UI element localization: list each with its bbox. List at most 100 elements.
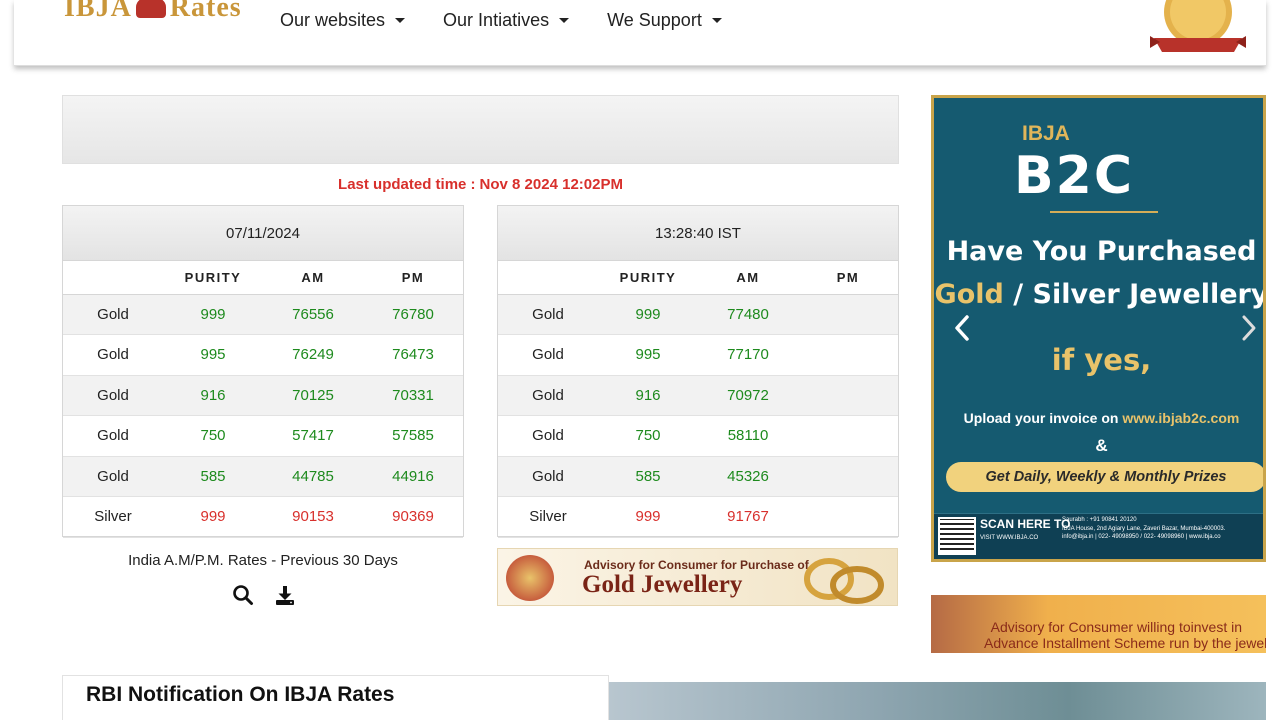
pm-rate-cell (798, 375, 898, 416)
ad-scan-sub: VISIT WWW.IBJA.CO (980, 535, 1039, 541)
page: IBJA Rates Our websites Our Intiatives We… (0, 0, 1280, 720)
logo-ibja-text: IBJA (64, 0, 132, 23)
ad-b2c-logo: B2C (1014, 146, 1134, 206)
column-header-pm: PM (363, 261, 463, 295)
nav-our-initiatives[interactable]: Our Intiatives (443, 10, 570, 31)
table-row: Gold 585 45326 (498, 456, 898, 497)
ad-if-yes: if yes, (1051, 343, 1152, 377)
carousel-next-icon[interactable] (1237, 313, 1261, 343)
advisory-installment-banner[interactable]: Advisory for Consumer willing toinvest i… (931, 595, 1266, 653)
ad-headline-2: Gold / Silver Jewellery (934, 279, 1263, 310)
purity-cell: 995 (163, 334, 263, 376)
metal-cell: Gold (63, 415, 163, 457)
table-row: Gold 995 76249 76473 (63, 334, 463, 376)
carousel-prev-icon[interactable] (950, 313, 974, 343)
column-header-metal (498, 261, 598, 295)
table-row: Silver 999 90153 90369 (63, 496, 463, 538)
ibja-seal-icon (506, 555, 554, 601)
am-rate-cell: 91767 (698, 496, 798, 538)
table-row: Gold 916 70125 70331 (63, 375, 463, 416)
metal-cell: Silver (63, 496, 163, 538)
ad-email: info@ibja.in | 022- 49098950 / 022- 4909… (1062, 534, 1221, 540)
pm-rate-cell (798, 294, 898, 335)
metal-cell: Gold (63, 456, 163, 497)
caret-down-icon (711, 18, 722, 23)
table-row: Gold 750 58110 (498, 415, 898, 457)
site-logo[interactable]: IBJA Rates (64, 0, 242, 24)
metal-cell: Gold (498, 415, 598, 457)
qr-code-icon (938, 517, 976, 555)
download-icon[interactable] (274, 584, 296, 606)
ad-prizes-pill: Get Daily, Weekly & Monthly Prizes (946, 462, 1263, 492)
purity-cell: 999 (598, 496, 698, 538)
last-updated: Last updated time : Nov 8 2024 12:02PM (62, 176, 899, 193)
advisory-line2: Gold Jewellery (582, 571, 743, 598)
last-updated-label: Last updated time : (338, 176, 476, 193)
nav-we-support[interactable]: We Support (607, 10, 722, 31)
nav-our-websites[interactable]: Our websites (280, 10, 406, 31)
advisory-scheme-line1: Advisory for Consumer willing toinvest i… (990, 619, 1242, 635)
am-rate-cell: 70972 (698, 375, 798, 416)
am-rate-cell: 44785 (263, 456, 363, 497)
previous-30-days-link[interactable]: India A.M/P.M. Rates - Previous 30 Days (62, 552, 464, 569)
pm-rate-cell (798, 456, 898, 497)
am-rate-cell: 45326 (698, 456, 798, 497)
pm-rate-cell: 90369 (363, 496, 463, 538)
table-row: Gold 999 77480 (498, 294, 898, 335)
search-icon[interactable] (232, 584, 254, 606)
ad-headline-gold: Gold (934, 279, 1004, 310)
metal-cell: Gold (63, 375, 163, 416)
rates-table-date: 07/11/2024 (63, 206, 463, 261)
am-rate-cell: 77480 (698, 294, 798, 335)
pm-rate-cell: 57585 (363, 415, 463, 457)
rbi-notification-title: RBI Notification On IBJA Rates (86, 683, 395, 706)
ad-upload-text: Upload your invoice on www.ibjab2c.com (934, 410, 1263, 426)
metal-cell: Gold (498, 294, 598, 335)
logo-rates-text: Rates (169, 0, 242, 23)
nav-label: Our websites (280, 10, 386, 30)
table-row: Silver 999 91767 (498, 496, 898, 538)
ad-footer: SCAN HERE TO VISIT WWW.IBJA.CO Saurabh :… (934, 513, 1263, 559)
table-row: Gold 750 57417 57585 (63, 415, 463, 457)
table-row: Gold 999 76556 76780 (63, 294, 463, 335)
metal-cell: Gold (63, 334, 163, 376)
purity-cell: 916 (163, 375, 263, 416)
metal-cell: Silver (498, 496, 598, 538)
am-rate-cell: 77170 (698, 334, 798, 376)
advisory-gold-jewellery-banner[interactable]: Advisory for Consumer for Purchase of Go… (497, 548, 898, 606)
last-updated-value: Nov 8 2024 12:02PM (479, 176, 623, 193)
pm-rate-cell: 76473 (363, 334, 463, 376)
ad-address: IBJA House, 2nd Agiary Lane, Zaveri Baza… (1062, 525, 1226, 532)
am-rate-cell: 57417 (263, 415, 363, 457)
purity-cell: 995 (598, 334, 698, 376)
b2c-advertisement[interactable]: IBJA B2C Have You Purchased Gold / Silve… (931, 95, 1266, 562)
ad-upload-url[interactable]: www.ibjab2c.com (1122, 410, 1239, 426)
pm-rate-cell (798, 415, 898, 457)
gold-rings-icon (804, 558, 884, 604)
column-header-am: AM (698, 261, 798, 295)
bottom-banner-image (609, 682, 1266, 720)
pm-rate-cell: 70331 (363, 375, 463, 416)
am-rate-cell: 90153 (263, 496, 363, 538)
ad-contact: Saurabh : +91 90841 20120 (1062, 517, 1137, 523)
nav-label: Our Intiatives (443, 10, 550, 30)
top-banner-placeholder (62, 95, 899, 164)
purity-cell: 750 (598, 415, 698, 457)
purity-cell: 585 (163, 456, 263, 497)
rates-table-current: 13:28:40 IST PURITY AM PM Gold 999 77480 (497, 205, 899, 538)
purity-cell: 999 (163, 294, 263, 335)
nav-label: We Support (607, 10, 702, 30)
column-header-am: AM (263, 261, 363, 295)
purity-cell: 916 (598, 375, 698, 416)
am-rate-cell: 76556 (263, 294, 363, 335)
column-header-pm: PM (798, 261, 898, 295)
caret-down-icon (395, 18, 406, 23)
site-header: IBJA Rates Our websites Our Intiatives We… (14, 0, 1266, 66)
rates-tools (232, 584, 296, 606)
purity-cell: 999 (598, 294, 698, 335)
purity-cell: 585 (598, 456, 698, 497)
advisory-scheme-line2: Advance Installment Scheme run by the je… (984, 635, 1266, 651)
rates-table-time: 13:28:40 IST (498, 206, 898, 261)
am-rate-cell: 76249 (263, 334, 363, 376)
rbi-notification-section: RBI Notification On IBJA Rates (62, 675, 609, 720)
